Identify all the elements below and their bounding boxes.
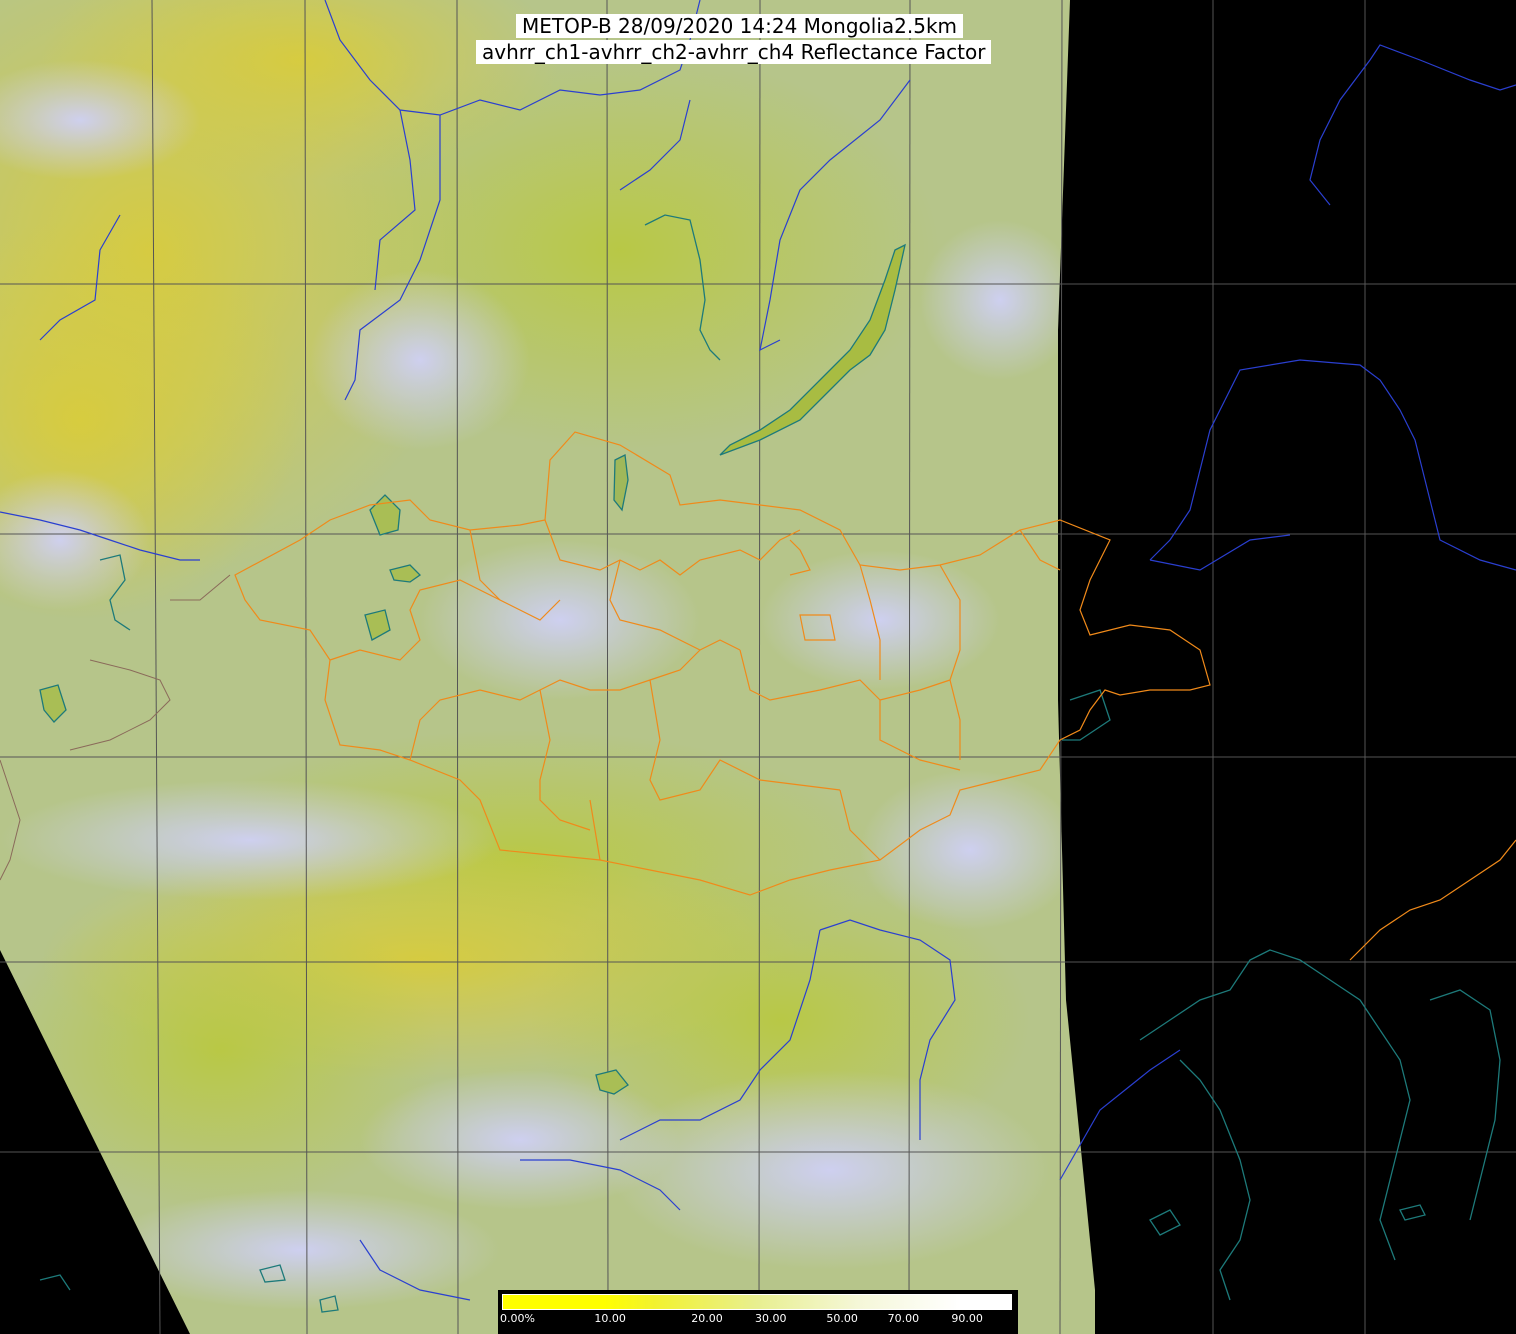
colorbar-tick-label: 30.00: [755, 1312, 787, 1325]
colorbar-tick-label: 0.00%: [500, 1312, 535, 1325]
image-title-line-1: METOP-B 28/09/2020 14:24 Mongolia2.5km: [516, 14, 964, 38]
colorbar-tick-label: 70.00: [887, 1312, 920, 1325]
colorbar-tick-label: 10.00: [594, 1312, 626, 1325]
swath-image: [0, 0, 1095, 1334]
satellite-map: [0, 0, 1516, 1334]
colorbar-ticks: 0.00% 10.00 20.00 30.00 50.00 70.00 90.00: [498, 1312, 1018, 1332]
colorbar-tick-label: 50.00: [826, 1312, 858, 1325]
colorbar-tick-label: 90.00: [951, 1312, 983, 1325]
colorbar-gradient: [502, 1294, 1012, 1310]
image-title-line-2: avhrr_ch1-avhrr_ch2-avhrr_ch4 Reflectanc…: [476, 40, 992, 64]
colorbar-legend: 0.00% 10.00 20.00 30.00 50.00 70.00 90.00: [498, 1290, 1018, 1334]
colorbar-tick-label: 20.00: [691, 1312, 723, 1325]
